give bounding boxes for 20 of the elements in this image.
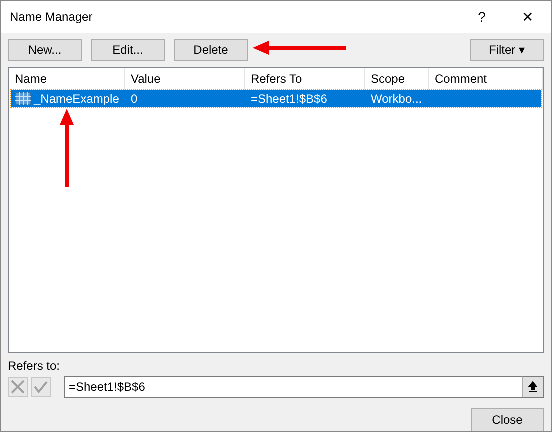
table-cell-text: =Sheet1!$B$6 [250, 92, 328, 106]
refers-to-label: Refers to: [8, 359, 62, 373]
table-cell-text: 0 [130, 92, 139, 106]
filter-button[interactable]: Filter ▾ [470, 39, 544, 61]
toolbar-button[interactable]: Edit... [91, 39, 165, 61]
close-dialog-button[interactable]: Close [471, 408, 544, 431]
table-cell: _NameExample [11, 92, 127, 106]
toolbar-button[interactable]: New... [8, 39, 82, 61]
checkmark-icon[interactable] [31, 377, 51, 397]
cancel-icon[interactable] [8, 377, 28, 397]
refers-to-field[interactable]: =Sheet1!$B$6 [64, 376, 522, 398]
close-button[interactable]: ✕ [505, 1, 551, 33]
up-arrow-icon [528, 381, 538, 393]
toolbar-button[interactable]: Delete [174, 39, 248, 61]
help-button[interactable]: ? [459, 1, 505, 33]
collapse-button[interactable] [522, 376, 544, 398]
table-row[interactable]: _NameExample 0 =Sheet1!$B$6 Workbo... [11, 90, 541, 107]
window-title: Name Manager [10, 10, 94, 24]
table-cell-text: Workbo... [370, 92, 424, 106]
grid-icon [15, 92, 31, 105]
